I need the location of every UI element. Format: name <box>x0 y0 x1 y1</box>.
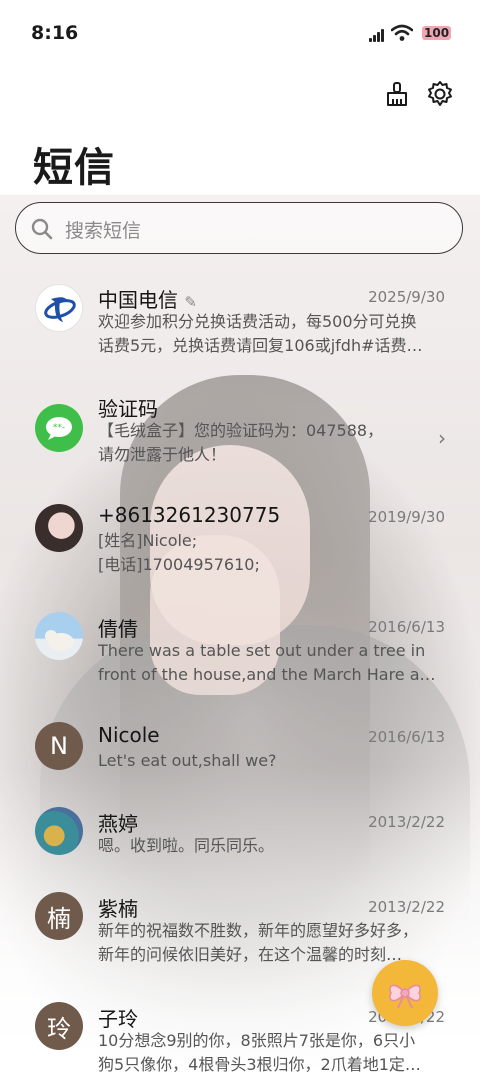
preview-line: [姓名]Nicole; <box>98 531 198 550</box>
preview-line: Let's eat out,shall we? <box>98 751 277 770</box>
contact-name: 子玲 <box>98 1007 138 1031</box>
preview-line: 【毛绒盒子】您的验证码为：047588， <box>98 421 384 440</box>
signal-icon <box>369 28 385 42</box>
polar-bear-photo-avatar <box>35 612 83 660</box>
contact-name: 验证码 <box>98 397 158 421</box>
edit-note-icon: ✎ <box>184 293 197 311</box>
contact-name: 倩倩 <box>98 617 138 641</box>
compose-button[interactable] <box>372 960 438 1026</box>
message-preview: 欢迎参加积分兑换话费活动，每500分可兑换 话费5元，兑换话费请回复106或jf… <box>98 310 444 358</box>
page-title: 短信 <box>33 145 115 191</box>
preview-line: 10分想念9别的你，8张照片7张是你，6只小 <box>98 1031 416 1050</box>
contact-name: Nicole <box>98 723 160 747</box>
search-placeholder: 搜索短信 <box>65 220 142 242</box>
search-input[interactable]: 搜索短信 <box>15 202 463 254</box>
broom-icon[interactable] <box>383 80 411 108</box>
status-bar: 8:16 100 <box>0 0 480 68</box>
message-preview: Let's eat out,shall we? <box>98 749 444 773</box>
message-date: 2013/2/22 <box>368 898 445 916</box>
search-icon <box>31 218 53 240</box>
message-bubble-icon: **- <box>35 404 83 452</box>
preview-line: 嗯。收到啦。同乐同乐。 <box>98 836 275 855</box>
chevron-right-icon: › <box>438 426 446 450</box>
message-date: 2019/9/30 <box>368 508 445 526</box>
status-time: 8:16 <box>31 22 79 44</box>
painting-photo-avatar <box>35 807 83 855</box>
message-preview: 新年的祝福数不胜数，新年的愿望好多好多， 新年的问候依旧美好，在这个温馨的时刻… <box>98 919 444 967</box>
svg-text:**-: **- <box>53 423 65 433</box>
contact-photo-avatar <box>35 504 83 552</box>
battery-indicator: 100 <box>422 26 452 40</box>
message-date: 2025/9/30 <box>368 288 445 306</box>
preview-line: 新年的祝福数不胜数，新年的愿望好多好多， <box>98 921 419 940</box>
message-preview: 10分想念9别的你，8张照片7张是你，6只小 狗5只像你，4根骨头3根归你，2爪… <box>98 1029 444 1077</box>
contact-name: 燕婷 <box>98 812 138 836</box>
message-date: 2013/2/22 <box>368 813 445 831</box>
contact-name: 中国电信 ✎ <box>98 288 197 312</box>
letter-avatar: N <box>35 722 83 770</box>
gear-icon[interactable] <box>426 80 454 108</box>
preview-line: 话费5元，兑换话费请回复106或jfdh#话费… <box>98 336 423 355</box>
gift-bow-icon <box>389 984 421 1009</box>
preview-line: 欢迎参加积分兑换话费活动，每500分可兑换 <box>98 312 417 331</box>
wifi-icon <box>391 24 413 41</box>
contact-name: 紫楠 <box>98 897 138 921</box>
message-date: 2016/6/13 <box>368 728 445 746</box>
preview-line: 狗5只像你，4根骨头3根归你，2爪着地1定… <box>98 1055 421 1074</box>
contact-name: +8613261230775 <box>98 503 281 527</box>
message-preview: There was a table set out under a tree i… <box>98 639 444 687</box>
preview-line: 请勿泄露于他人！ <box>98 445 227 464</box>
message-preview: 嗯。收到啦。同乐同乐。 <box>98 834 444 858</box>
message-preview: 【毛绒盒子】您的验证码为：047588， 请勿泄露于他人！ <box>98 419 444 467</box>
message-preview: [姓名]Nicole; [电话]17004957610; <box>98 529 444 577</box>
letter-avatar: 玲 <box>35 1002 83 1050</box>
china-telecom-logo-icon <box>35 284 83 332</box>
preview-line: [电话]17004957610; <box>98 555 260 574</box>
message-date: 2016/6/13 <box>368 618 445 636</box>
letter-avatar: 楠 <box>35 892 83 940</box>
preview-line: front of the house,and the March Hare an… <box>98 665 444 684</box>
preview-line: There was a table set out under a tree i… <box>98 641 426 660</box>
